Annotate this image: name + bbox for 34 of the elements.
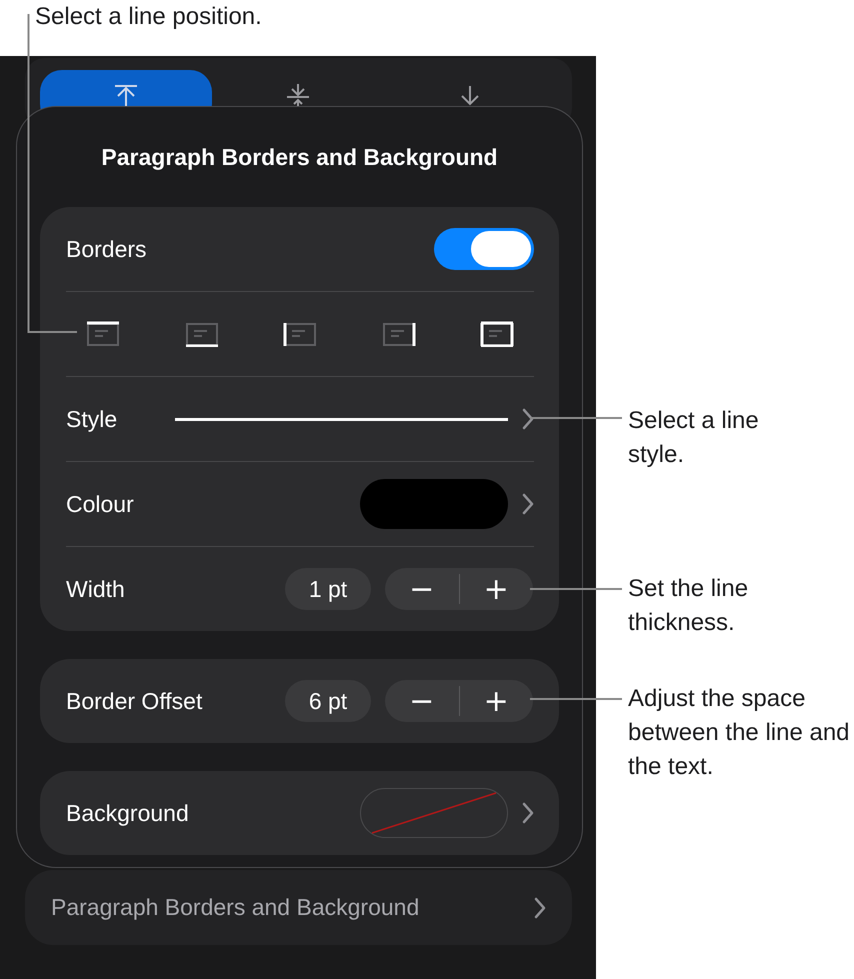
increase-button[interactable]: +: [460, 680, 533, 722]
no-fill-swatch[interactable]: [360, 788, 508, 838]
style-row[interactable]: Style: [66, 377, 534, 462]
increase-button[interactable]: +: [460, 568, 533, 610]
box-border-icon[interactable]: [480, 321, 514, 347]
align-top-icon: [113, 84, 139, 106]
row-label: Paragraph Borders and Background: [51, 894, 420, 921]
chevron-icon: [522, 408, 534, 430]
chevron-icon: [534, 896, 546, 918]
callout-text: Set the line thickness.: [628, 574, 750, 638]
value-display: 1 pt: [285, 568, 371, 610]
offset-label: Border Offset: [66, 688, 202, 714]
colour-label: Colour: [66, 490, 134, 518]
value-display: 6 pt: [285, 680, 371, 722]
menu-row[interactable]: Paragraph Borders and Background: [25, 870, 572, 945]
width-label: Width: [66, 576, 125, 602]
colour-swatch[interactable]: [360, 479, 508, 529]
align-middle-icon: [285, 84, 311, 106]
popover-title: Paragraph Borders and Background: [100, 143, 499, 172]
style-label: Style: [66, 406, 118, 432]
left-border-icon[interactable]: [283, 321, 317, 347]
toggle-switch[interactable]: [434, 228, 534, 270]
bottom-border-icon[interactable]: [184, 321, 218, 347]
callout-text: Select a line position.: [35, 2, 263, 32]
callout-text: Adjust the space between the line and the text.: [628, 684, 851, 782]
decrease-button[interactable]: −: [385, 680, 458, 722]
borders-label: Borders: [66, 236, 147, 262]
callout-text: Select a line style.: [628, 406, 760, 470]
chevron-icon: [522, 493, 534, 515]
top-border-icon[interactable]: [86, 321, 120, 347]
chevron-icon: [522, 802, 534, 824]
decrease-button[interactable]: −: [385, 568, 458, 610]
right-border-icon[interactable]: [382, 321, 416, 347]
background-label: Background: [66, 800, 189, 826]
